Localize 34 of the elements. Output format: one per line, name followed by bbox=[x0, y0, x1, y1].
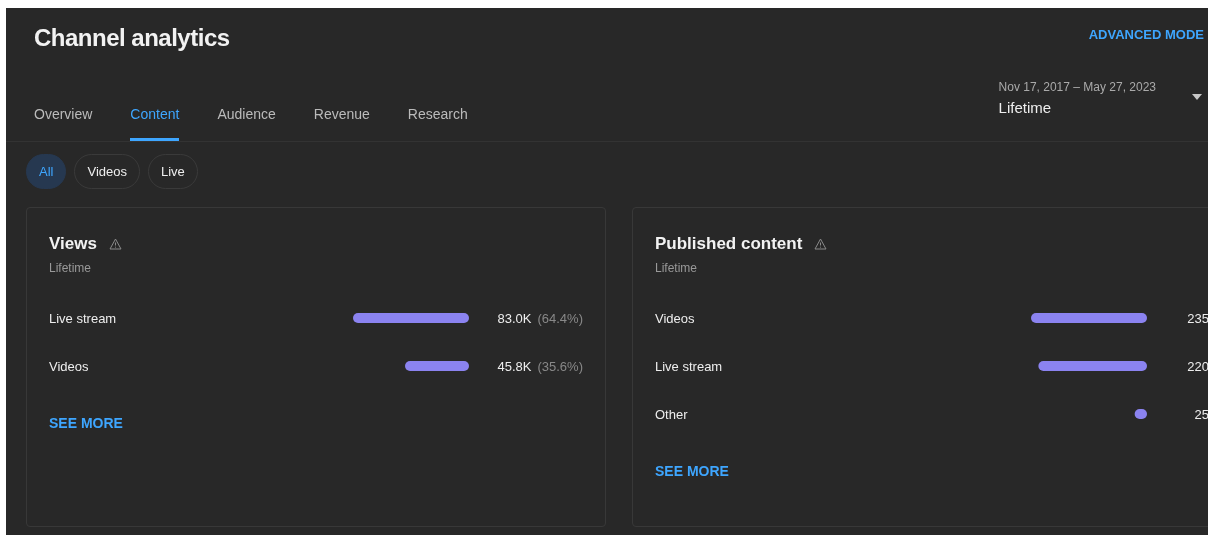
bar bbox=[405, 361, 470, 371]
tab[interactable]: Research bbox=[407, 106, 468, 141]
card-subtitle: Lifetime bbox=[655, 261, 699, 275]
advanced-mode-link[interactable]: ADVANCED MODE bbox=[1088, 26, 1204, 42]
see-more-link[interactable]: SEE MORE bbox=[655, 463, 729, 479]
row-value: 235 bbox=[1186, 310, 1208, 326]
warning-icon bbox=[108, 238, 122, 250]
row-value: 83.0K bbox=[497, 310, 532, 326]
warning-icon bbox=[814, 238, 828, 250]
row-label: Videos bbox=[655, 310, 696, 326]
tab[interactable]: Content bbox=[130, 106, 180, 141]
row-percent: (64.4%) bbox=[537, 310, 583, 326]
tab[interactable]: Audience bbox=[217, 106, 276, 141]
row-percent: (35.6%) bbox=[537, 358, 583, 374]
card-title: Published content bbox=[655, 234, 803, 254]
filter-chip[interactable]: All bbox=[26, 154, 67, 189]
date-range: Nov 17, 2017 – May 27, 2023 bbox=[998, 80, 1156, 94]
row-value: 220 bbox=[1186, 358, 1208, 374]
row-label: Other bbox=[655, 406, 689, 422]
date-period: Lifetime bbox=[998, 99, 1053, 116]
card-subtitle: Lifetime bbox=[49, 261, 93, 275]
row-value: 45.8K bbox=[497, 358, 532, 374]
row-label: Live stream bbox=[655, 358, 724, 374]
tab[interactable]: Revenue bbox=[313, 106, 370, 141]
card-title: Views bbox=[49, 234, 97, 254]
date-range-dropdown[interactable]: Nov 17, 2017 – May 27, 2023 Lifetime bbox=[998, 58, 1208, 141]
dropdown-caret-icon bbox=[1192, 94, 1202, 100]
row-value: 25 bbox=[1193, 406, 1208, 422]
see-more-link[interactable]: SEE MORE bbox=[49, 415, 123, 431]
bar bbox=[1134, 409, 1147, 419]
row-label: Live stream bbox=[49, 310, 118, 326]
page-title: Channel analytics bbox=[34, 24, 230, 52]
tab[interactable]: Overview bbox=[34, 106, 93, 141]
row-label: Videos bbox=[49, 358, 90, 374]
